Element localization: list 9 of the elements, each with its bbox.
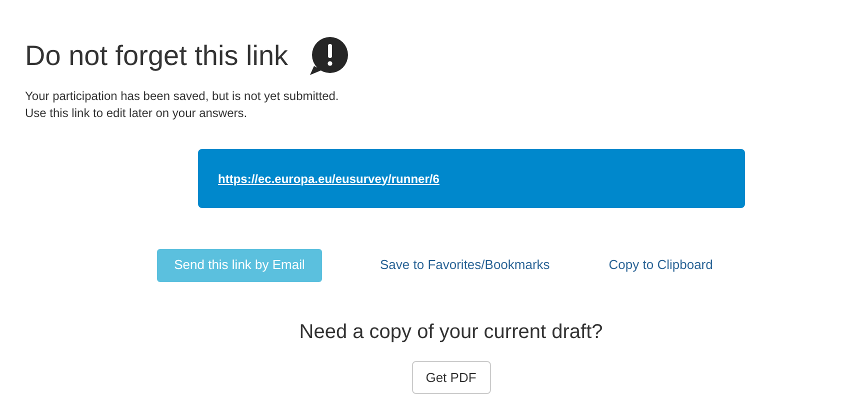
info-text: Use this link to edit later on your answers. [25, 105, 248, 122]
action-link[interactable]: Copy to Clipboard [608, 255, 713, 275]
survey-link[interactable]: https://ec.europa.eu/eusurvey/runner/6 [218, 170, 440, 188]
pdf-button[interactable]: Get PDF [412, 361, 490, 394]
alert-icon [308, 36, 350, 76]
page-title: Do not forget this link [25, 39, 288, 73]
draft-heading: Need a copy of your current draft? [299, 320, 603, 344]
action-link[interactable]: Save to Favorites/Bookmarks [380, 255, 550, 275]
info-text: Your participation has been saved, but is not yet submitted. [25, 88, 340, 105]
